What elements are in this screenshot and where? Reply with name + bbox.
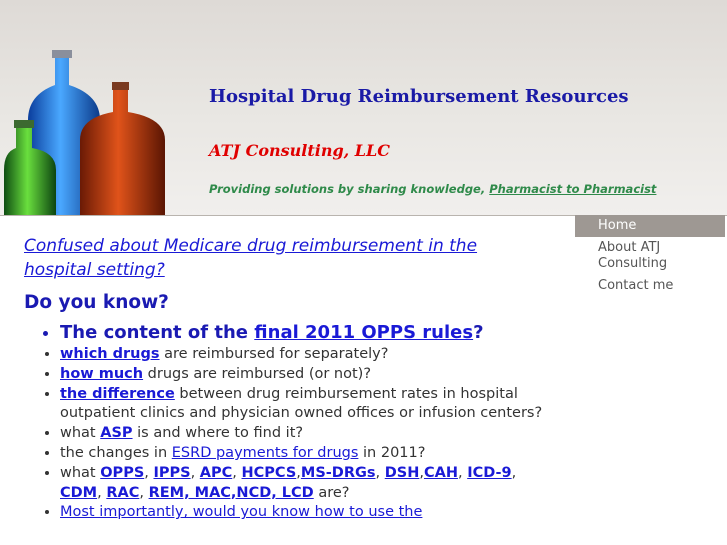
hcpcs-link[interactable]: HCPCS: [242, 465, 297, 481]
esrd-payments-link[interactable]: ESRD payments for drugs: [172, 445, 359, 461]
ms-drgs-link[interactable]: MS-DRGs: [301, 465, 376, 481]
list-item-text: is and where to find it?: [132, 425, 304, 442]
most-importantly-link[interactable]: Most importantly, would you know how to …: [60, 504, 422, 520]
how-much-link[interactable]: how much: [60, 366, 143, 382]
separator: ,: [457, 464, 468, 481]
list-item-text: are?: [313, 484, 350, 501]
the-difference-link[interactable]: the difference: [60, 386, 175, 402]
rac-link[interactable]: RAC: [106, 485, 139, 501]
header: Hospital Drug Reimbursement Resources AT…: [0, 0, 727, 216]
list-item-text: in 2011?: [358, 444, 426, 461]
list-item: The content of the final 2011 OPPS rules…: [60, 321, 544, 345]
icd-9-link[interactable]: ICD-9: [467, 465, 511, 481]
list-item-text: ?: [473, 322, 484, 343]
list-item: which drugs are reimbursed for separatel…: [60, 345, 544, 365]
rem-mac-ncd-lcd-link[interactable]: REM, MAC,NCD, LCD: [149, 485, 314, 501]
nav-item-contact[interactable]: Contact me: [575, 275, 725, 297]
separator: ,: [375, 464, 385, 481]
list-item-text: drugs are reimbursed (or not)?: [143, 365, 372, 382]
which-drugs-link[interactable]: which drugs: [60, 346, 160, 362]
list-item: the difference between drug reimbursemen…: [60, 385, 544, 425]
intro-link[interactable]: Confused about Medicare drug reimburseme…: [24, 234, 544, 282]
separator: ,: [511, 464, 517, 481]
list-item: how much drugs are reimbursed (or not)?: [60, 365, 544, 385]
tagline-text: Providing solutions by sharing knowledge…: [209, 182, 490, 196]
list-item-text: are reimbursed for separately?: [159, 346, 389, 362]
separator: ,: [190, 464, 200, 481]
main-content: Confused about Medicare drug reimburseme…: [24, 234, 544, 523]
list-item-text: what: [60, 425, 101, 442]
pharmacist-to-pharmacist-link[interactable]: Pharmacist to Pharmacist: [489, 182, 656, 196]
cdm-link[interactable]: CDM: [60, 485, 97, 501]
company-name: ATJ Consulting, LLC: [209, 141, 391, 160]
list-item-text: The content of the: [60, 322, 255, 343]
ipps-link[interactable]: IPPS: [153, 465, 190, 481]
list-item: what OPPS, IPPS, APC, HCPCS,MS-DRGs, DSH…: [60, 464, 544, 504]
separator: ,: [232, 464, 242, 481]
nav-item-home[interactable]: Home: [575, 215, 725, 237]
side-nav: Home About ATJ Consulting Contact me: [575, 215, 725, 297]
asp-link[interactable]: ASP: [100, 425, 132, 441]
final-opps-rules-link[interactable]: final 2011 OPPS rules: [254, 322, 473, 343]
list-item-text: what: [60, 464, 101, 481]
do-you-know-heading: Do you know?: [24, 292, 169, 313]
question-list: The content of the final 2011 OPPS rules…: [24, 321, 544, 523]
list-item: Most importantly, would you know how to …: [60, 503, 544, 523]
list-item: what ASP is and where to find it?: [60, 424, 544, 444]
separator: ,: [139, 484, 149, 501]
list-item: the changes in ESRD payments for drugs i…: [60, 444, 544, 464]
tagline: Providing solutions by sharing knowledge…: [209, 182, 656, 196]
apc-link[interactable]: APC: [200, 465, 233, 481]
dsh-link[interactable]: DSH: [385, 465, 420, 481]
cah-link[interactable]: CAH: [424, 465, 458, 481]
separator: ,: [97, 484, 107, 501]
site-title: Hospital Drug Reimbursement Resources: [209, 86, 629, 107]
opps-link[interactable]: OPPS: [100, 465, 144, 481]
medicine-bottles-image: [4, 50, 165, 215]
nav-item-about[interactable]: About ATJ Consulting: [575, 237, 725, 275]
list-item-text: the changes in: [60, 444, 172, 461]
